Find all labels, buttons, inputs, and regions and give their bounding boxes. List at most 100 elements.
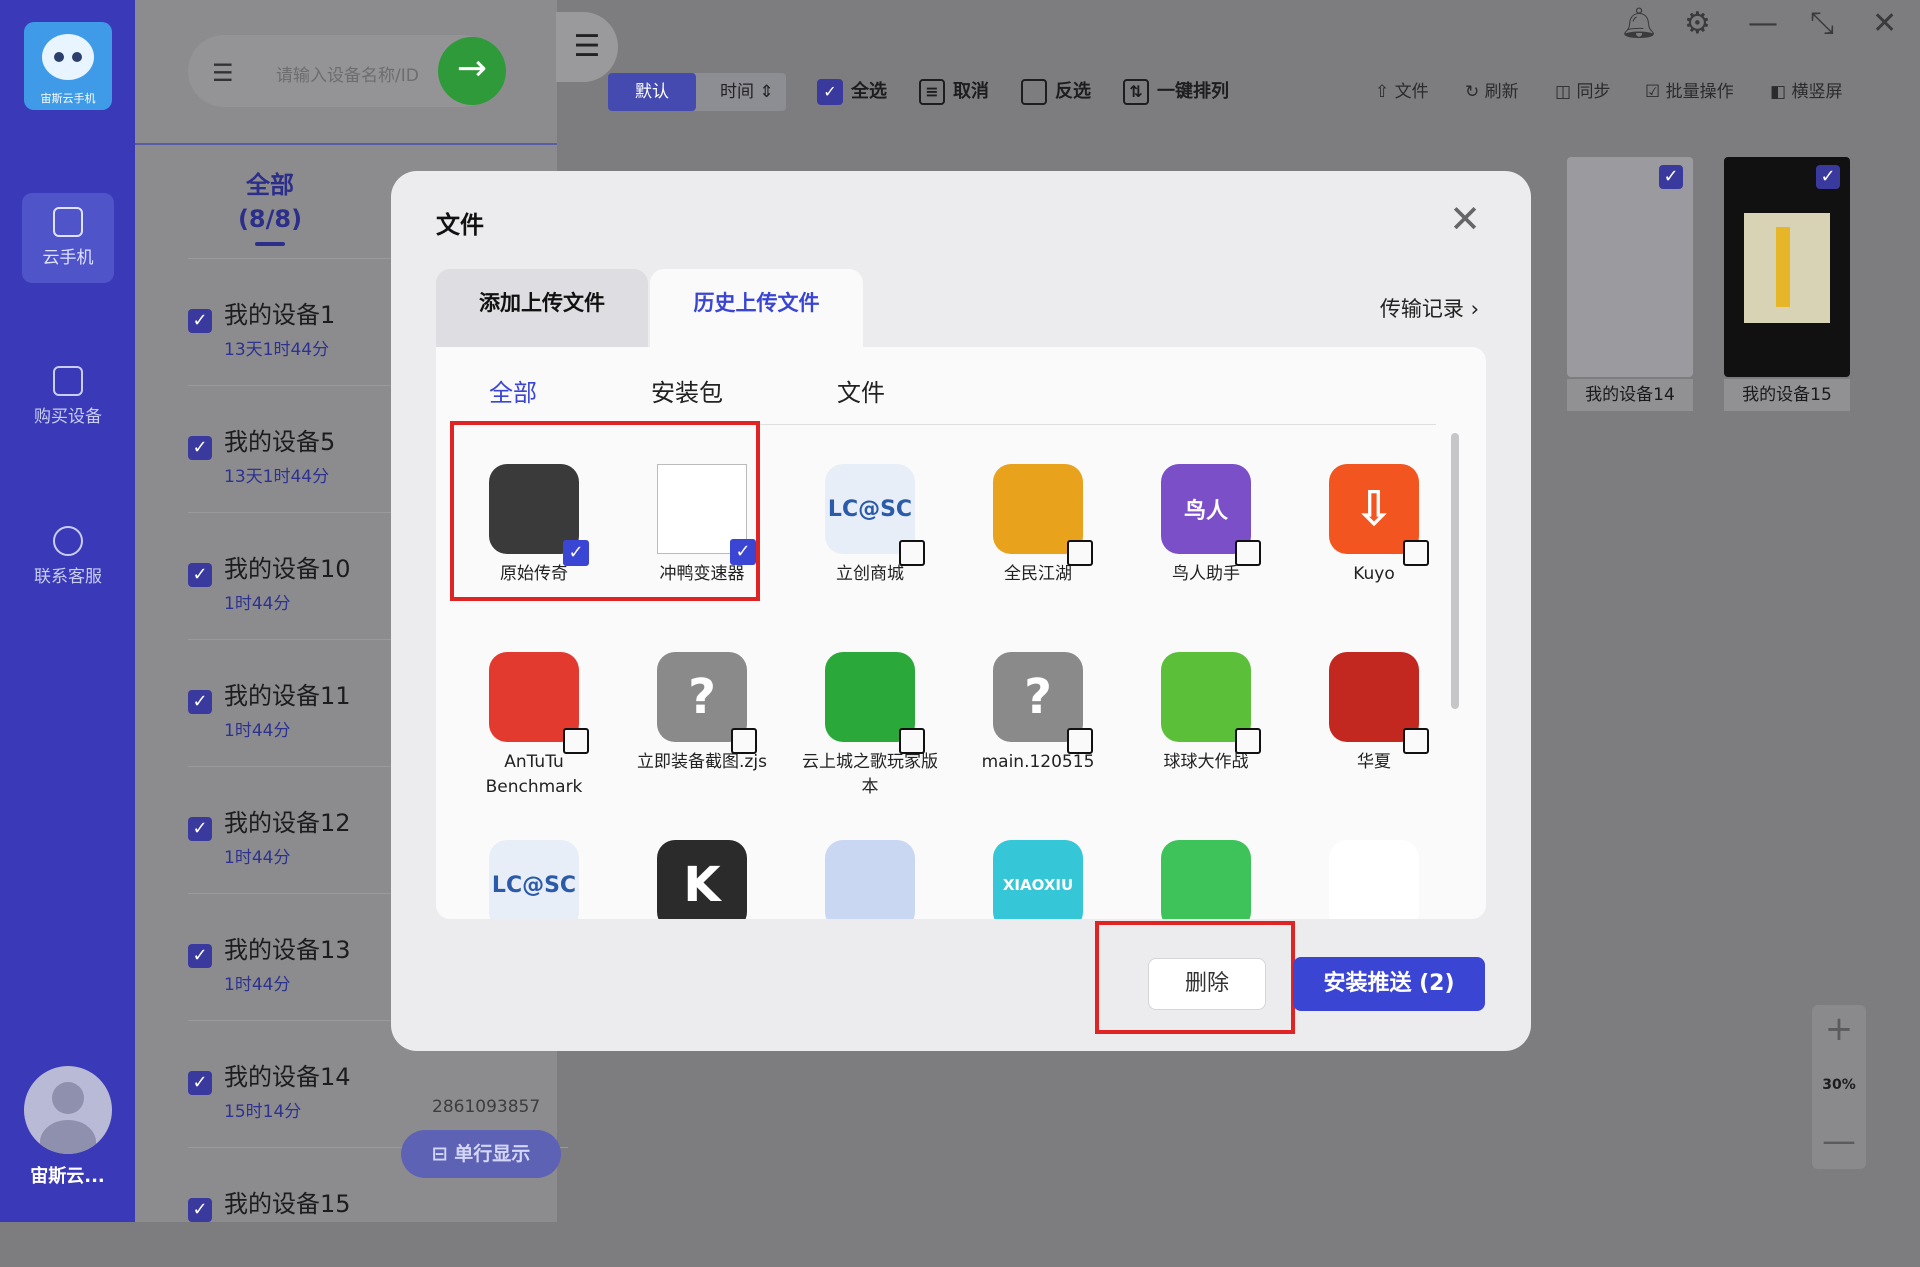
list-view-icon: ⊟ xyxy=(431,1143,455,1165)
app-item[interactable] xyxy=(1299,840,1449,919)
checkbox-empty-icon[interactable] xyxy=(899,540,925,566)
device-thumbnail[interactable]: ✓ 我的设备14 xyxy=(1567,157,1693,411)
subtab-all[interactable]: 全部 xyxy=(489,373,537,408)
install-push-button[interactable]: 安装推送 (2) xyxy=(1293,957,1485,1011)
avatar[interactable] xyxy=(24,1066,112,1154)
app-icon-glyph: XIAOXIU xyxy=(1002,876,1074,894)
divider xyxy=(135,143,557,145)
nav-item-label: 联系客服 xyxy=(34,567,102,587)
app-item[interactable]: K xyxy=(627,840,777,919)
checkbox-empty-icon[interactable] xyxy=(1403,728,1429,754)
sync-button[interactable]: ◫ 同步 xyxy=(1555,78,1610,106)
delete-button[interactable]: 删除 xyxy=(1148,958,1266,1010)
checkbox-checked-icon[interactable]: ✓ xyxy=(1659,165,1683,189)
device-screen-preview xyxy=(1744,213,1830,323)
shopping-bag-icon xyxy=(53,366,83,396)
search-go-button[interactable]: → xyxy=(438,37,506,105)
nav-item-buy-device[interactable]: 购买设备 xyxy=(22,352,114,442)
notification-bell-icon[interactable]: 🔔︎ xyxy=(1620,6,1658,41)
app-item[interactable]: 鸟人 鸟人助手 xyxy=(1131,464,1281,587)
checkbox-checked-icon[interactable]: ✓ xyxy=(188,563,212,587)
checkbox-empty-icon[interactable] xyxy=(1067,728,1093,754)
left-nav: 宙斯云手机 云手机 购买设备 联系客服 宙斯云... xyxy=(0,0,135,1222)
checkbox-empty-icon[interactable] xyxy=(731,728,757,754)
app-item[interactable]: 华夏 xyxy=(1299,652,1449,775)
batch-operation-button[interactable]: ☑ 批量操作 xyxy=(1645,78,1734,106)
sync-label: 同步 xyxy=(1576,82,1611,102)
transfer-records-link[interactable]: 传输记录 › xyxy=(1380,293,1479,323)
minimize-icon[interactable]: — xyxy=(1748,6,1778,41)
app-icon: ? xyxy=(993,652,1093,754)
restore-icon[interactable]: ⤡ xyxy=(1810,6,1834,41)
checkbox-empty-icon[interactable] xyxy=(899,728,925,754)
list-cancel-icon: ≡ xyxy=(919,79,945,105)
nav-item-label: 购买设备 xyxy=(34,407,102,427)
user-name[interactable]: 宙斯云... xyxy=(0,1162,135,1188)
app-item[interactable]: LC@SC xyxy=(459,840,609,919)
app-item[interactable]: ? main.120515 xyxy=(963,652,1113,775)
scrollbar[interactable] xyxy=(1451,433,1459,709)
app-item[interactable]: 球球大作战 xyxy=(1131,652,1281,775)
checkbox-checked-icon[interactable]: ✓ xyxy=(188,690,212,714)
app-icon-glyph: K xyxy=(683,857,721,913)
device-thumbnail[interactable]: ✓ 我的设备15 xyxy=(1724,157,1850,411)
app-item[interactable]: AnTuTu Benchmark xyxy=(459,652,609,800)
arrange-button[interactable]: ⇅ 一键排列 xyxy=(1123,78,1229,106)
filter-icon[interactable]: ☰ xyxy=(212,59,234,87)
app-item[interactable]: 云上城之歌玩家版本 xyxy=(795,652,945,800)
checkbox-checked-icon[interactable]: ✓ xyxy=(188,1071,212,1095)
file-button[interactable]: ⇧ 文件 xyxy=(1375,78,1429,106)
app-item[interactable]: ? 立即装备截图.zjs xyxy=(627,652,777,775)
checkbox-empty-icon[interactable] xyxy=(563,728,589,754)
app-icon xyxy=(1161,840,1251,919)
checkbox-checked-icon[interactable]: ✓ xyxy=(188,436,212,460)
collapse-panel-button[interactable]: ☰ xyxy=(556,12,618,82)
checkbox-empty-icon[interactable] xyxy=(1067,540,1093,566)
zoom-level: 30% xyxy=(1822,1077,1856,1093)
app-icon: ⇩ xyxy=(1329,464,1429,566)
close-icon[interactable]: ✕ xyxy=(1449,199,1481,239)
subtab-files[interactable]: 文件 xyxy=(837,373,885,408)
sort-time-button[interactable]: 时间 ⇕ xyxy=(720,73,774,111)
select-all-button[interactable]: ✓ 全选 xyxy=(817,78,887,106)
tab-all-devices[interactable]: 全部 (8/8) xyxy=(205,168,335,246)
chevron-right-icon: › xyxy=(1470,297,1479,321)
orientation-button[interactable]: ◧ 横竖屏 xyxy=(1770,78,1842,106)
app-icon: LC@SC xyxy=(489,840,579,919)
checkbox-checked-icon[interactable]: ✓ xyxy=(188,1198,212,1222)
sort-default-button[interactable]: 默认 xyxy=(608,73,696,111)
checkbox-empty-icon[interactable] xyxy=(1403,540,1429,566)
checkbox-checked-icon[interactable]: ✓ xyxy=(188,944,212,968)
checkbox-checked-icon[interactable]: ✓ xyxy=(188,817,212,841)
tab-upload-history[interactable]: 历史上传文件 xyxy=(650,269,863,353)
app-icon xyxy=(993,464,1093,566)
invert-select-button[interactable]: 反选 xyxy=(1021,78,1091,106)
close-window-icon[interactable]: ✕ xyxy=(1872,6,1897,41)
single-row-label: 单行显示 xyxy=(454,1143,531,1165)
checkbox-checked-icon[interactable]: ✓ xyxy=(1816,165,1840,189)
checkbox-checked-icon[interactable]: ✓ xyxy=(188,309,212,333)
zoom-control: + 30% — xyxy=(1812,1005,1866,1169)
app-item[interactable] xyxy=(1131,840,1281,919)
gear-icon[interactable]: ⚙ xyxy=(1684,6,1711,41)
zoom-in-icon[interactable]: + xyxy=(1812,1009,1866,1049)
file-dialog: 文件 ✕ 添加上传文件 历史上传文件 传输记录 › 全部 安装包 文件 ✓ 原始传… xyxy=(391,171,1531,1051)
arrange-label: 一键排列 xyxy=(1157,81,1229,102)
single-row-display-button[interactable]: ⊟ 单行显示 xyxy=(401,1130,561,1178)
app-item[interactable]: XIAOXIU xyxy=(963,840,1113,919)
refresh-button[interactable]: ↻ 刷新 xyxy=(1465,78,1519,106)
cancel-select-button[interactable]: ≡ 取消 xyxy=(919,78,989,106)
app-item[interactable] xyxy=(795,840,945,919)
tab-add-upload[interactable]: 添加上传文件 xyxy=(436,269,648,353)
nav-item-cloud-phone[interactable]: 云手机 xyxy=(22,193,114,283)
subtab-apk[interactable]: 安装包 xyxy=(651,373,723,408)
app-item[interactable]: 全民江湖 xyxy=(963,464,1113,587)
zoom-out-icon[interactable]: — xyxy=(1812,1121,1866,1161)
checkbox-empty-icon[interactable] xyxy=(1235,728,1261,754)
checkbox-empty-icon[interactable] xyxy=(1235,540,1261,566)
search-box[interactable]: ☰ 请输入设备名称/ID → xyxy=(188,35,506,107)
search-input[interactable]: 请输入设备名称/ID xyxy=(276,61,419,86)
nav-item-support[interactable]: 联系客服 xyxy=(22,512,114,602)
app-item[interactable]: ⇩ Kuyo xyxy=(1299,464,1449,587)
app-item[interactable]: LC@SC 立创商城 xyxy=(795,464,945,587)
